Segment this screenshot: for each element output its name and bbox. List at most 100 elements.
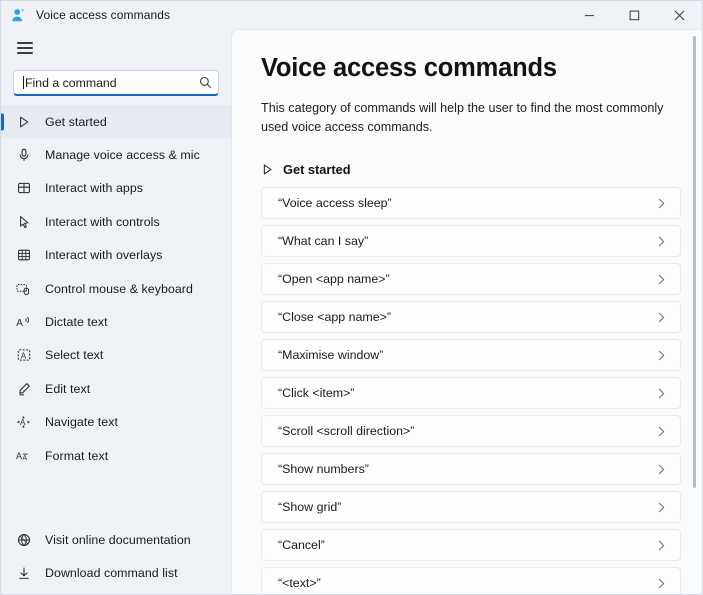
section-title: Get started	[283, 162, 351, 178]
cursor-arrow-icon	[14, 215, 33, 229]
list-item[interactable]: “Click <item>”	[261, 377, 681, 410]
command-text: “Maximise window”	[278, 348, 384, 363]
chevron-right-icon[interactable]	[656, 426, 667, 437]
search-box[interactable]	[13, 70, 219, 96]
command-list: “Voice access sleep” “What can I say” “O…	[261, 187, 688, 594]
command-text: “Click <item>”	[278, 386, 355, 401]
sidebar-item-visit-online-documentation[interactable]: Visit online documentation	[1, 523, 231, 556]
chevron-right-icon[interactable]	[656, 578, 667, 589]
search-input[interactable]	[24, 71, 195, 94]
play-triangle-icon	[14, 115, 33, 129]
sidebar-item-label: Edit text	[45, 381, 91, 396]
chevron-right-icon[interactable]	[656, 464, 667, 475]
page-description: This category of commands will help the …	[261, 101, 664, 135]
command-text: “Cancel”	[278, 538, 325, 553]
list-item[interactable]: “Show numbers”	[261, 453, 681, 486]
command-text: “Close <app name>”	[278, 310, 391, 325]
maximize-icon[interactable]	[612, 1, 657, 29]
list-item[interactable]: “<text>”	[261, 567, 681, 594]
list-item[interactable]: “What can I say”	[261, 225, 681, 258]
chevron-right-icon[interactable]	[656, 388, 667, 399]
voice-access-window: Voice access commands Find a command Get…	[0, 0, 703, 595]
sidebar-item-download-command-list[interactable]: Download command list	[1, 557, 231, 590]
chevron-right-icon[interactable]	[656, 350, 667, 361]
sidebar-bottom-nav: Visit online documentation Download comm…	[1, 523, 231, 594]
sidebar-item-select-text[interactable]: A Select text	[1, 339, 231, 372]
svg-text:A: A	[22, 455, 27, 462]
sidebar-item-label: Interact with overlays	[45, 248, 163, 263]
title-bar-left: Voice access commands	[1, 7, 170, 24]
list-item[interactable]: “Open <app name>”	[261, 263, 681, 296]
sidebar-item-control-mouse-keyboard[interactable]: Control mouse & keyboard	[1, 272, 231, 305]
list-item[interactable]: “Maximise window”	[261, 339, 681, 372]
list-item[interactable]: “Voice access sleep”	[261, 187, 681, 220]
download-icon	[14, 566, 33, 580]
chevron-right-icon[interactable]	[656, 540, 667, 551]
sidebar-item-navigate-text[interactable]: A Navigate text	[1, 406, 231, 439]
sidebar-item-label: Get started	[45, 114, 107, 129]
sidebar-item-interact-with-overlays[interactable]: Interact with overlays	[1, 239, 231, 272]
sidebar-item-label: Interact with apps	[45, 181, 144, 196]
command-text: “Voice access sleep”	[278, 196, 392, 211]
chevron-right-icon[interactable]	[656, 198, 667, 209]
window-body: Get started Manage voice access & mic	[1, 29, 702, 594]
command-text: “What can I say”	[278, 234, 369, 249]
chevron-right-icon[interactable]	[656, 274, 667, 285]
sidebar-item-label: Download command list	[45, 566, 178, 581]
command-text: “<text>”	[278, 576, 321, 591]
mouse-keyboard-icon	[14, 282, 33, 296]
list-item[interactable]: “Close <app name>”	[261, 301, 681, 334]
command-text: “Show numbers”	[278, 462, 369, 477]
window-controls	[567, 1, 702, 29]
close-icon[interactable]	[657, 1, 702, 29]
command-text: “Scroll <scroll direction>”	[278, 424, 415, 439]
search-container	[1, 65, 231, 96]
play-triangle-icon	[261, 163, 274, 176]
sidebar-item-interact-with-controls[interactable]: Interact with controls	[1, 205, 231, 238]
list-item[interactable]: “Scroll <scroll direction>”	[261, 415, 681, 448]
search-icon[interactable]	[195, 76, 212, 89]
dictate-a-icon: A	[14, 315, 33, 329]
list-item[interactable]: “Cancel”	[261, 529, 681, 562]
sidebar-item-label: Select text	[45, 348, 104, 363]
window-title: Voice access commands	[36, 8, 171, 22]
navigate-text-icon: A	[14, 415, 33, 429]
chevron-right-icon[interactable]	[656, 236, 667, 247]
scrollbar-thumb[interactable]	[692, 36, 696, 488]
svg-text:A: A	[20, 352, 26, 361]
minimize-icon[interactable]	[567, 1, 612, 29]
sidebar-item-label: Visit online documentation	[45, 532, 191, 547]
sidebar: Get started Manage voice access & mic	[1, 29, 231, 594]
sidebar-item-label: Format text	[45, 448, 109, 463]
sidebar-item-interact-with-apps[interactable]: Interact with apps	[1, 172, 231, 205]
svg-text:A: A	[16, 318, 23, 329]
sidebar-nav: Get started Manage voice access & mic In…	[1, 105, 231, 472]
overlay-grid-icon	[14, 248, 33, 262]
sidebar-item-label: Dictate text	[45, 315, 108, 330]
microphone-icon	[14, 148, 33, 162]
main-content: Voice access commands This category of c…	[231, 29, 702, 594]
vertical-scrollbar[interactable]	[689, 36, 700, 590]
voice-access-person-icon	[10, 7, 27, 24]
sidebar-item-label: Navigate text	[45, 415, 118, 430]
sidebar-item-label: Control mouse & keyboard	[45, 281, 193, 296]
sidebar-item-get-started[interactable]: Get started	[1, 105, 231, 139]
section-header-get-started: Get started	[261, 162, 688, 177]
command-text: “Open <app name>”	[278, 272, 390, 287]
sidebar-item-format-text[interactable]: A A Format text	[1, 439, 231, 472]
main-scroll-area: Voice access commands This category of c…	[232, 30, 702, 594]
hamburger-menu-icon[interactable]	[7, 31, 43, 65]
chevron-right-icon[interactable]	[656, 312, 667, 323]
sidebar-item-manage-voice-access-mic[interactable]: Manage voice access & mic	[1, 138, 231, 171]
sidebar-item-label: Manage voice access & mic	[45, 148, 200, 163]
edit-pencil-icon	[14, 382, 33, 396]
format-text-icon: A A	[14, 449, 33, 463]
sidebar-item-edit-text[interactable]: Edit text	[1, 372, 231, 405]
sidebar-item-dictate-text[interactable]: A Dictate text	[1, 305, 231, 338]
list-item[interactable]: “Show grid”	[261, 491, 681, 524]
svg-text:A: A	[16, 450, 22, 460]
select-text-icon: A	[14, 348, 33, 362]
chevron-right-icon[interactable]	[656, 502, 667, 513]
globe-icon	[14, 533, 33, 547]
apps-grid-icon	[14, 181, 33, 195]
